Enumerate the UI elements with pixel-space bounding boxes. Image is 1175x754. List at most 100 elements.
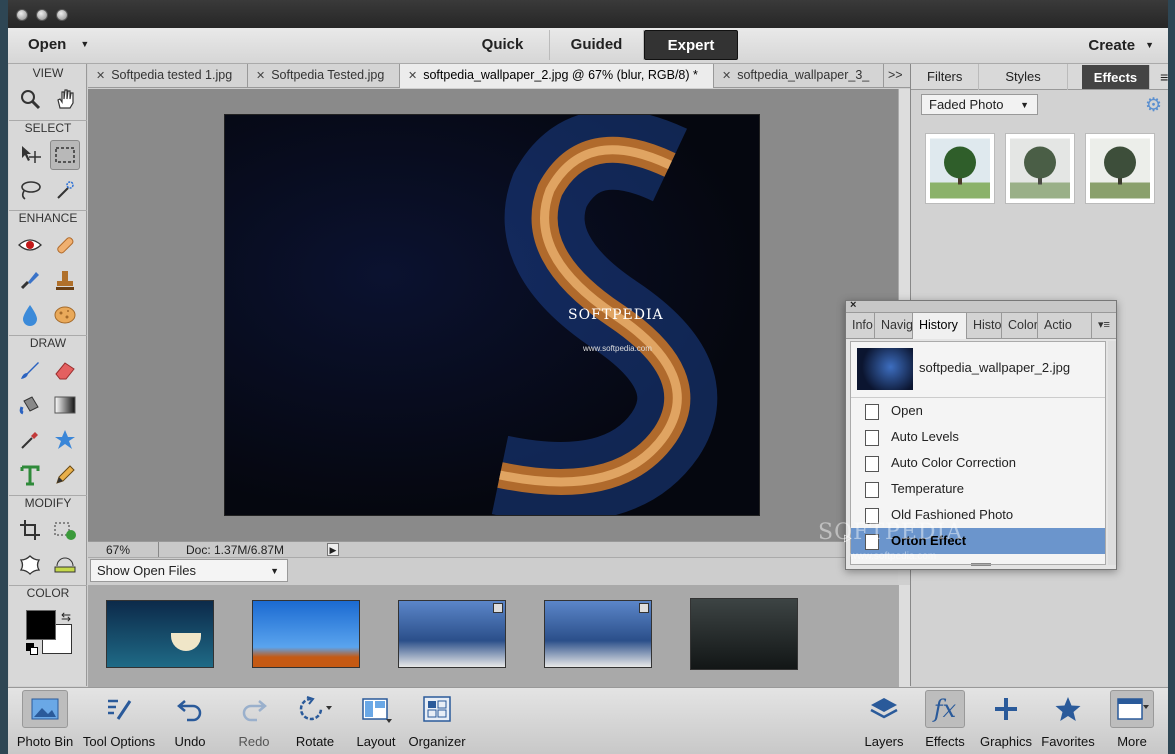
photo-thumbnail[interactable] bbox=[544, 600, 652, 668]
doc-tab[interactable]: ✕ Softpedia Tested.jpg bbox=[248, 64, 400, 88]
effect-thumbnail[interactable] bbox=[925, 133, 995, 204]
history-scrollbar[interactable] bbox=[1108, 341, 1116, 565]
panel-menu-icon[interactable]: ▾≡ bbox=[1092, 313, 1116, 339]
quick-selection-icon[interactable] bbox=[50, 175, 80, 205]
foreground-color-swatch[interactable] bbox=[26, 610, 56, 640]
gradient-tool-icon[interactable] bbox=[50, 390, 80, 420]
close-icon[interactable]: ✕ bbox=[722, 70, 731, 82]
close-icon[interactable]: ✕ bbox=[256, 70, 265, 82]
tab-info[interactable]: Info bbox=[846, 313, 875, 339]
effect-thumbnail[interactable] bbox=[1005, 133, 1075, 204]
tool-options-button[interactable]: Tool Options bbox=[79, 690, 159, 750]
healing-brush-icon[interactable] bbox=[50, 230, 80, 260]
doc-tab[interactable]: ✕ Softpedia tested 1.jpg bbox=[88, 64, 248, 88]
zoom-window-button[interactable] bbox=[56, 9, 68, 21]
brush-tool-icon[interactable] bbox=[15, 355, 45, 385]
create-button[interactable]: Create ▼ bbox=[1088, 37, 1154, 54]
recompose-tool-icon[interactable] bbox=[50, 515, 80, 545]
effect-category-select[interactable]: Faded Photo ▼ bbox=[921, 94, 1038, 115]
eyedropper-icon[interactable] bbox=[15, 425, 45, 455]
close-icon[interactable]: × bbox=[850, 299, 856, 311]
lasso-tool-icon[interactable] bbox=[15, 175, 45, 205]
zoom-level[interactable]: 67% bbox=[106, 543, 130, 557]
favorites-button[interactable]: Favorites bbox=[1041, 690, 1095, 750]
layers-button[interactable]: Layers bbox=[864, 690, 904, 750]
doc-tab[interactable]: ✕ softpedia_wallpaper_3_ bbox=[714, 64, 884, 88]
swap-colors-icon[interactable]: ⇆ bbox=[61, 610, 71, 624]
move-tool-icon[interactable] bbox=[15, 140, 45, 170]
tab-filters[interactable]: Filters bbox=[911, 64, 980, 90]
clone-stamp-icon[interactable] bbox=[50, 265, 80, 295]
straighten-tool-icon[interactable] bbox=[50, 550, 80, 580]
canvas-area[interactable]: SOFTPEDIA www.softpedia.com bbox=[88, 89, 898, 541]
layout-button[interactable]: Layout bbox=[353, 690, 399, 750]
history-state[interactable]: Auto Color Correction bbox=[851, 450, 1105, 476]
smart-brush-icon[interactable] bbox=[15, 265, 45, 295]
status-menu-arrow-icon[interactable]: ▶ bbox=[327, 543, 339, 556]
effects-button[interactable]: fx Effects bbox=[923, 690, 967, 750]
edited-badge-icon bbox=[493, 603, 503, 613]
red-eye-icon[interactable] bbox=[15, 230, 45, 260]
pencil-tool-icon[interactable] bbox=[50, 460, 80, 490]
mode-quick[interactable]: Quick bbox=[456, 30, 550, 60]
eraser-tool-icon[interactable] bbox=[50, 355, 80, 385]
photo-thumbnail[interactable] bbox=[106, 600, 214, 668]
type-tool-icon[interactable] bbox=[15, 460, 45, 490]
photo-bin-scrollbar[interactable] bbox=[898, 585, 910, 687]
layout-icon bbox=[353, 690, 399, 728]
settings-gear-icon[interactable]: ⚙ bbox=[1145, 94, 1162, 117]
tab-styles[interactable]: Styles bbox=[979, 64, 1068, 90]
open-button[interactable]: Open ▼ bbox=[28, 36, 89, 53]
doc-tab-active[interactable]: ✕ softpedia_wallpaper_2.jpg @ 67% (blur, … bbox=[400, 64, 714, 88]
sponge-tool-icon[interactable] bbox=[50, 300, 80, 330]
photo-bin-button[interactable]: Photo Bin bbox=[14, 690, 76, 750]
minimize-window-button[interactable] bbox=[36, 9, 48, 21]
tab-history[interactable]: History bbox=[913, 313, 967, 339]
top-bar: Open ▼ Quick Guided Expert Create ▼ bbox=[8, 28, 1168, 64]
undo-button[interactable]: Undo bbox=[168, 690, 212, 750]
status-divider bbox=[158, 542, 159, 558]
rectangular-marquee-icon[interactable] bbox=[50, 140, 80, 170]
panel-menu-icon[interactable]: ≡ bbox=[1150, 64, 1168, 90]
default-colors-icon[interactable] bbox=[26, 643, 38, 655]
history-snapshot[interactable]: softpedia_wallpaper_2.jpg bbox=[851, 342, 1105, 398]
close-window-button[interactable] bbox=[16, 9, 28, 21]
mode-guided[interactable]: Guided bbox=[550, 30, 644, 60]
cookie-cutter-icon[interactable] bbox=[15, 550, 45, 580]
tabs-overflow-button[interactable]: >> bbox=[884, 64, 912, 88]
crop-tool-icon[interactable] bbox=[15, 515, 45, 545]
photo-thumbnail[interactable] bbox=[690, 598, 798, 670]
history-state[interactable]: Auto Levels bbox=[851, 424, 1105, 450]
tab-color[interactable]: Color bbox=[1002, 313, 1038, 339]
tab-actions[interactable]: Actio bbox=[1038, 313, 1092, 339]
paint-bucket-icon[interactable] bbox=[15, 390, 45, 420]
resize-grip-icon[interactable] bbox=[971, 563, 991, 566]
photo-thumbnail[interactable] bbox=[252, 600, 360, 668]
close-icon[interactable]: ✕ bbox=[408, 70, 417, 82]
organizer-button[interactable]: Organizer bbox=[406, 690, 468, 750]
section-view: VIEW bbox=[32, 66, 64, 80]
hand-tool-icon[interactable] bbox=[50, 84, 80, 114]
zoom-tool-icon[interactable] bbox=[15, 84, 45, 114]
select-value: Show Open Files bbox=[97, 563, 196, 578]
tab-histogram[interactable]: Histo bbox=[967, 313, 1002, 339]
mode-expert[interactable]: Expert bbox=[644, 30, 738, 60]
document-image[interactable]: SOFTPEDIA www.softpedia.com bbox=[224, 114, 760, 516]
history-state[interactable]: Temperature bbox=[851, 476, 1105, 502]
photo-thumbnail[interactable] bbox=[398, 600, 506, 668]
tab-effects[interactable]: Effects bbox=[1081, 65, 1151, 89]
show-open-files-select[interactable]: Show Open Files ▼ bbox=[90, 559, 288, 582]
blur-tool-icon[interactable] bbox=[15, 300, 45, 330]
title-bar bbox=[8, 0, 1168, 28]
redo-button[interactable]: Redo bbox=[232, 690, 276, 750]
island-artwork bbox=[491, 115, 718, 515]
graphics-button[interactable]: Graphics bbox=[980, 690, 1032, 750]
section-color: COLOR bbox=[9, 585, 87, 600]
effect-thumbnail[interactable] bbox=[1085, 133, 1155, 204]
rotate-button[interactable]: Rotate bbox=[292, 690, 338, 750]
more-button[interactable]: More bbox=[1110, 690, 1154, 750]
history-state[interactable]: Open bbox=[851, 398, 1105, 424]
close-icon[interactable]: ✕ bbox=[96, 70, 105, 82]
tab-navigator[interactable]: Navig bbox=[875, 313, 913, 339]
custom-shape-icon[interactable] bbox=[50, 425, 80, 455]
